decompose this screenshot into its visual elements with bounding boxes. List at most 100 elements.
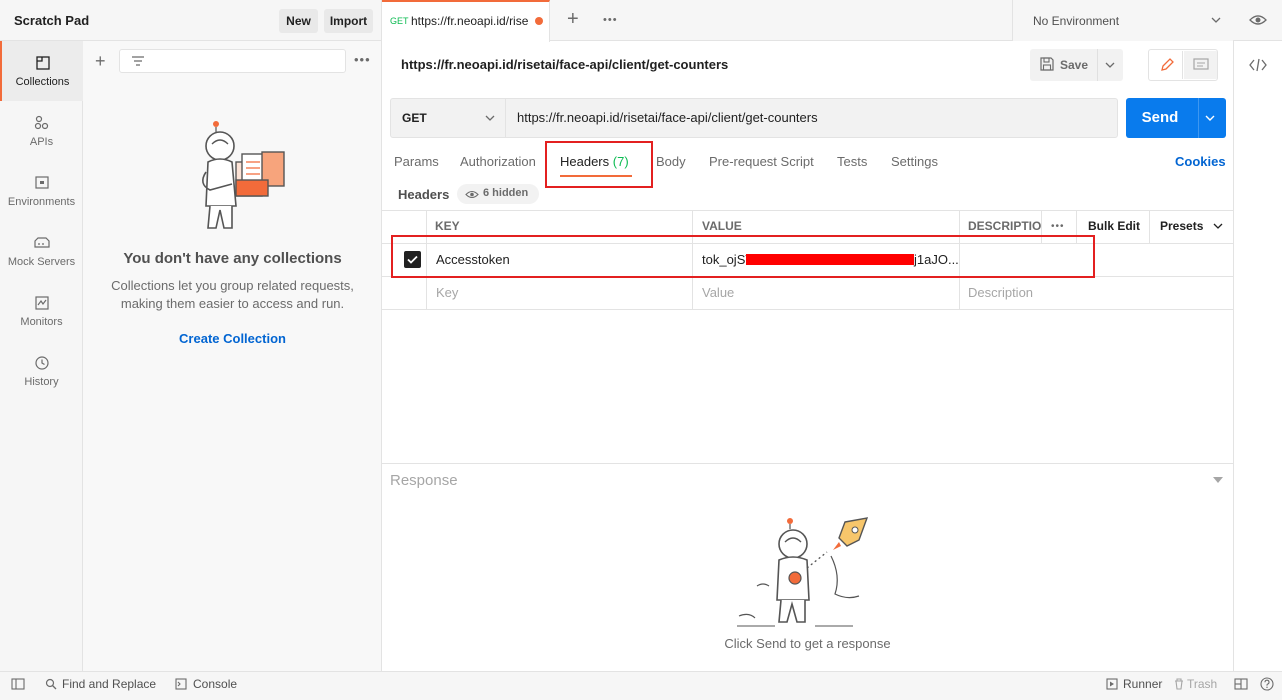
rail-item-mock-servers[interactable]: Mock Servers [0, 221, 83, 281]
save-icon [1040, 57, 1054, 71]
environments-icon [34, 175, 49, 189]
console-label: Console [193, 677, 238, 691]
new-key-input[interactable]: Key [436, 285, 458, 300]
code-icon[interactable] [1249, 58, 1267, 72]
new-value-input[interactable]: Value [702, 285, 734, 300]
bulk-edit-button[interactable]: Bulk Edit [1088, 219, 1140, 233]
column-value: VALUE [702, 219, 742, 233]
rail-item-environments[interactable]: Environments [0, 161, 83, 221]
response-label: Response [390, 472, 458, 489]
pencil-icon [1161, 58, 1174, 71]
save-divider [1097, 49, 1098, 81]
console-button[interactable]: Console [175, 677, 237, 691]
tab-label: https://fr.neoapi.id/rise [411, 14, 529, 28]
headers-section-label: Headers [398, 187, 450, 202]
empty-state-heading: You don't have any collections [123, 250, 342, 267]
eye-icon[interactable] [1249, 14, 1267, 26]
history-icon [34, 355, 49, 370]
edit-mode-button[interactable] [1150, 51, 1183, 79]
new-button[interactable]: New [279, 9, 318, 33]
request-name: https://fr.neoapi.id/risetai/face-api/cl… [401, 57, 729, 72]
trash-button[interactable]: Trash [1174, 677, 1217, 691]
add-collection-icon[interactable]: + [95, 52, 106, 70]
apis-icon [34, 115, 48, 129]
toggle-sidebar-icon[interactable] [11, 678, 25, 690]
chevron-down-icon [485, 115, 495, 121]
collapse-response-icon[interactable] [1213, 477, 1223, 483]
response-empty-illustration [737, 517, 869, 627]
sidebar-rail: Collections APIs Environments Mock Serve… [0, 41, 83, 671]
collection-search-input[interactable] [119, 49, 346, 73]
url-bar: GET https://fr.neoapi.id/risetai/face-ap… [390, 98, 1118, 138]
eye-icon [465, 190, 479, 199]
workspace-title: Scratch Pad [14, 13, 90, 28]
rail-label: Mock Servers [7, 255, 76, 268]
tab-prerequest[interactable]: Pre-request Script [709, 154, 814, 169]
runner-label: Runner [1123, 677, 1163, 691]
highlight-headers-tab [545, 141, 653, 188]
rail-label: APIs [29, 135, 54, 148]
url-input[interactable]: https://fr.neoapi.id/risetai/face-api/cl… [517, 110, 818, 125]
rail-label: Collections [15, 75, 70, 88]
table-border [382, 309, 1233, 310]
cookies-link[interactable]: Cookies [1175, 154, 1226, 169]
new-tab-icon[interactable]: + [567, 9, 579, 29]
collections-icon [35, 55, 50, 70]
highlight-header-row [391, 235, 1095, 278]
presets-dropdown[interactable]: Presets [1160, 219, 1223, 233]
send-button[interactable]: Send [1126, 98, 1226, 138]
unsaved-dot-icon [535, 17, 543, 25]
rail-label: Environments [7, 195, 76, 208]
rail-item-monitors[interactable]: Monitors [0, 281, 83, 341]
presets-label: Presets [1160, 219, 1204, 233]
filter-icon [132, 56, 144, 66]
search-icon [45, 678, 57, 690]
trash-label: Trash [1187, 677, 1218, 691]
hidden-headers-label: 6 hidden [483, 187, 529, 199]
new-description-input[interactable]: Description [968, 285, 1033, 300]
save-options-chevron-icon [1105, 62, 1115, 68]
comment-icon [1193, 58, 1209, 70]
table-more-icon[interactable]: ••• [1051, 221, 1065, 232]
tab-authorization[interactable]: Authorization [460, 154, 536, 169]
method-select[interactable]: GET [391, 99, 506, 137]
runner-icon [1106, 678, 1118, 690]
rail-item-apis[interactable]: APIs [0, 101, 83, 161]
mock-servers-icon [33, 236, 50, 248]
response-hint: Click Send to get a response [724, 636, 891, 651]
mode-toggle [1148, 49, 1218, 81]
help-icon[interactable] [1260, 677, 1274, 691]
chevron-down-icon [1211, 17, 1221, 23]
rail-item-history[interactable]: History [0, 341, 83, 401]
trash-icon [1175, 678, 1183, 690]
environment-selector[interactable]: No Environment [1012, 0, 1233, 41]
column-description: DESCRIPTIO [968, 219, 1042, 233]
tab-settings[interactable]: Settings [891, 154, 938, 169]
chevron-down-icon [1213, 223, 1223, 229]
find-replace-button[interactable]: Find and Replace [45, 677, 156, 691]
table-border [382, 210, 1233, 211]
find-replace-label: Find and Replace [62, 677, 157, 691]
column-key: KEY [435, 219, 460, 233]
rail-label: History [24, 375, 59, 388]
right-rail [1233, 41, 1282, 671]
create-collection-link[interactable]: Create Collection [83, 331, 382, 346]
empty-collections-illustration [202, 121, 285, 229]
chevron-down-icon[interactable] [1205, 114, 1215, 122]
save-button[interactable]: Save [1030, 49, 1123, 81]
rail-item-collections[interactable]: Collections [0, 41, 83, 101]
runner-button[interactable]: Runner [1106, 677, 1162, 691]
import-button[interactable]: Import [324, 9, 373, 33]
tab-body[interactable]: Body [656, 154, 686, 169]
more-options-icon[interactable]: ••• [354, 52, 371, 67]
tab-tests[interactable]: Tests [837, 154, 867, 169]
empty-state-line1: Collections let you group related reques… [111, 278, 354, 293]
comment-mode-button[interactable] [1184, 51, 1217, 79]
tab-more-icon[interactable]: ••• [603, 14, 618, 26]
method-label: GET [402, 111, 427, 125]
hidden-headers-toggle[interactable]: 6 hidden [457, 184, 539, 204]
environment-label: No Environment [1033, 14, 1120, 28]
two-pane-icon[interactable] [1234, 678, 1248, 690]
tab-params[interactable]: Params [394, 154, 439, 169]
save-label: Save [1060, 58, 1089, 72]
